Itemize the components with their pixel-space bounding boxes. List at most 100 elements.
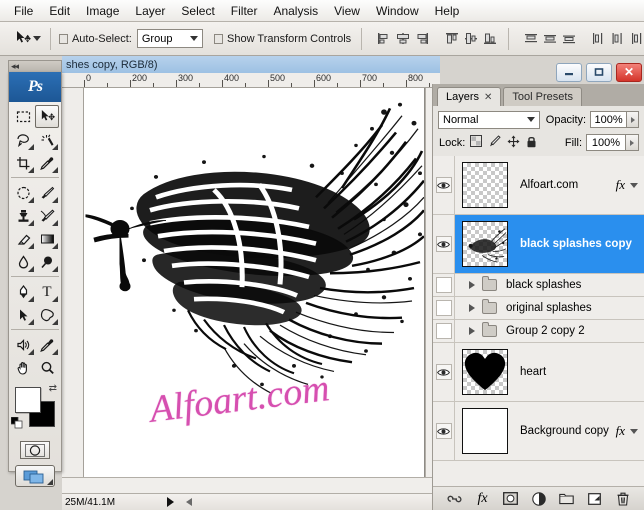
distribute-top-edges-icon[interactable] xyxy=(523,31,539,46)
menu-item-help[interactable]: Help xyxy=(427,2,468,20)
close-button[interactable]: ✕ xyxy=(616,63,642,82)
healing-brush-tool[interactable] xyxy=(11,181,35,204)
layer-name[interactable]: black splashes copy xyxy=(520,238,644,250)
chevron-down-icon[interactable] xyxy=(630,183,638,188)
zoom-tool[interactable] xyxy=(35,356,59,379)
new-adjustment-layer-icon[interactable] xyxy=(531,491,546,506)
lock-position-icon[interactable] xyxy=(507,135,520,151)
table-row[interactable]: black splashes copy xyxy=(433,215,644,274)
new-layer-icon[interactable] xyxy=(587,491,602,506)
hand-tool[interactable] xyxy=(11,356,35,379)
eyedropper-tool[interactable] xyxy=(35,151,59,174)
menu-item-select[interactable]: Select xyxy=(173,2,222,20)
clone-stamp-tool[interactable] xyxy=(11,204,35,227)
auto-select-dropdown[interactable]: Group xyxy=(137,29,203,48)
table-row[interactable]: Background copy fx xyxy=(433,402,644,461)
blend-mode-dropdown[interactable]: Normal xyxy=(438,111,540,129)
path-selection-tool[interactable] xyxy=(11,303,35,326)
distribute-left-edges-icon[interactable] xyxy=(590,31,606,46)
default-colors-icon[interactable] xyxy=(11,417,23,429)
chevron-down-icon[interactable] xyxy=(630,429,638,434)
opacity-stepper[interactable] xyxy=(627,111,639,128)
distribute-bottom-edges-icon[interactable] xyxy=(561,31,577,46)
foreground-color-swatch[interactable] xyxy=(15,387,41,413)
canvas-area[interactable]: Alfoart.com xyxy=(62,88,440,477)
menu-item-file[interactable]: File xyxy=(6,2,41,20)
lock-image-pixels-icon[interactable] xyxy=(488,135,501,150)
show-transform-checkbox[interactable] xyxy=(214,34,223,44)
menu-item-view[interactable]: View xyxy=(326,2,368,20)
menu-item-filter[interactable]: Filter xyxy=(223,2,266,20)
layer-visibility-toggle[interactable] xyxy=(433,402,455,460)
opacity-input[interactable]: 100% xyxy=(590,111,627,128)
document-title-bar[interactable]: shes copy, RGB/8) xyxy=(62,56,440,73)
layer-thumbnail[interactable] xyxy=(462,349,508,395)
lock-all-icon[interactable] xyxy=(526,135,537,151)
custom-shape-tool[interactable] xyxy=(35,303,59,326)
chevron-right-icon[interactable] xyxy=(469,281,475,289)
layer-thumbnail[interactable] xyxy=(462,221,508,267)
align-horizontal-centers-icon[interactable] xyxy=(395,31,411,46)
tool-preset-caret-icon[interactable] xyxy=(33,36,41,41)
lock-transparent-pixels-icon[interactable] xyxy=(470,135,482,150)
magic-wand-tool[interactable] xyxy=(35,128,59,151)
layer-name[interactable]: Group 2 copy 2 xyxy=(506,325,644,337)
layer-effects-icon[interactable]: fx xyxy=(616,423,625,439)
layer-list[interactable]: Alfoart.com fx xyxy=(433,156,644,486)
align-vertical-centers-icon[interactable] xyxy=(463,31,479,46)
chevron-right-icon[interactable] xyxy=(469,304,475,312)
color-sampler-tool[interactable] xyxy=(35,333,59,356)
fill-input[interactable]: 100% xyxy=(586,134,626,151)
align-top-edges-icon[interactable] xyxy=(444,31,460,46)
quick-mask-mode-icon[interactable] xyxy=(20,441,50,459)
current-tool-button[interactable] xyxy=(12,27,42,51)
history-brush-tool[interactable] xyxy=(35,204,59,227)
align-left-edges-icon[interactable] xyxy=(376,31,392,46)
add-layer-mask-icon[interactable] xyxy=(503,491,518,506)
layer-visibility-toggle[interactable] xyxy=(433,215,455,273)
align-right-edges-icon[interactable] xyxy=(414,31,430,46)
layer-name[interactable]: original splashes xyxy=(506,302,644,314)
audio-annotation-tool[interactable] xyxy=(11,333,35,356)
layer-name[interactable]: heart xyxy=(520,366,644,378)
crop-tool[interactable] xyxy=(11,151,35,174)
table-row[interactable]: black splashes xyxy=(433,274,644,297)
menu-item-analysis[interactable]: Analysis xyxy=(265,2,326,20)
table-row[interactable]: Alfoart.com fx xyxy=(433,156,644,215)
table-row[interactable]: heart xyxy=(433,343,644,402)
layer-visibility-toggle[interactable] xyxy=(433,320,455,342)
canvas-horizontal-scrollbar[interactable] xyxy=(62,477,440,493)
layer-visibility-toggle[interactable] xyxy=(433,274,455,296)
dodge-tool[interactable] xyxy=(35,250,59,273)
menu-item-window[interactable]: Window xyxy=(368,2,427,20)
link-layers-icon[interactable] xyxy=(447,491,462,506)
delete-layer-icon[interactable] xyxy=(615,491,630,506)
lasso-tool[interactable] xyxy=(11,128,35,151)
eraser-tool[interactable] xyxy=(11,227,35,250)
new-group-icon[interactable] xyxy=(559,491,574,506)
layer-name[interactable]: Background copy xyxy=(520,425,616,437)
add-layer-style-icon[interactable]: fx xyxy=(475,491,490,506)
minimize-button[interactable] xyxy=(556,63,582,82)
chevron-right-icon[interactable] xyxy=(469,327,475,335)
layer-visibility-toggle[interactable] xyxy=(433,343,455,401)
swap-colors-icon[interactable]: ⇄ xyxy=(49,383,57,394)
layer-effects-icon[interactable]: fx xyxy=(616,177,625,193)
table-row[interactable]: original splashes xyxy=(433,297,644,320)
move-tool[interactable] xyxy=(35,105,59,128)
distribute-right-edges-icon[interactable] xyxy=(628,31,644,46)
blur-tool[interactable] xyxy=(11,250,35,273)
gradient-tool[interactable] xyxy=(35,227,59,250)
menu-item-edit[interactable]: Edit xyxy=(41,2,78,20)
menu-item-layer[interactable]: Layer xyxy=(127,2,173,20)
tab-tool-presets[interactable]: Tool Presets xyxy=(503,87,582,106)
status-menu-arrow-icon[interactable] xyxy=(167,497,174,507)
rectangular-marquee-tool[interactable] xyxy=(11,105,35,128)
restore-button[interactable] xyxy=(586,63,612,82)
canvas[interactable]: Alfoart.com xyxy=(84,88,424,477)
layer-visibility-toggle[interactable] xyxy=(433,156,455,214)
pen-tool[interactable] xyxy=(11,280,35,303)
layer-thumbnail[interactable] xyxy=(462,408,508,454)
fill-stepper[interactable] xyxy=(626,134,639,151)
layer-name[interactable]: black splashes xyxy=(506,279,644,291)
